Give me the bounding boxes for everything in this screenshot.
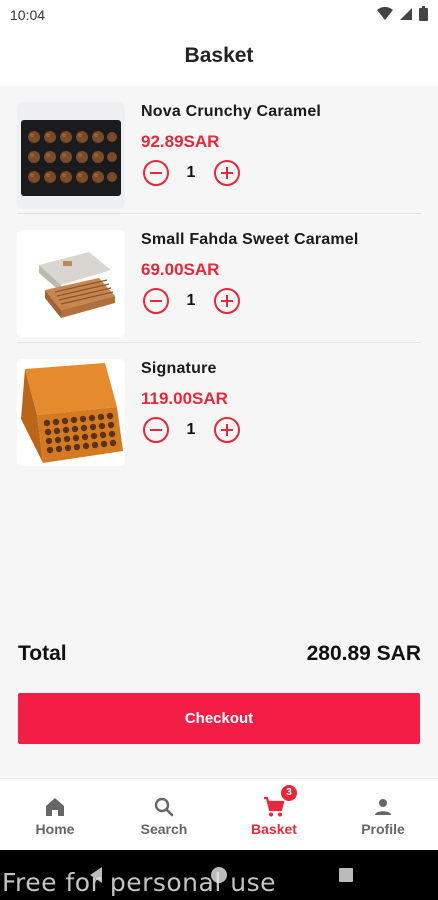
wifi-icon [377,6,393,21]
total-label: Total [18,642,67,665]
product-price: 69.00SAR [141,260,220,279]
nav-label: Basket [251,821,297,837]
total-row: Total 280.89 SAR [18,642,421,672]
decrease-quantity-button[interactable] [143,417,169,443]
page-title: Basket [184,44,254,67]
nav-item-home[interactable]: Home [0,779,110,851]
increase-quantity-button[interactable] [214,417,240,443]
nav-item-search[interactable]: Search [109,779,219,851]
watermark-text: Free for personal use [2,868,276,897]
search-icon [152,795,176,819]
increase-quantity-button[interactable] [214,288,240,314]
minus-icon [150,428,162,432]
increase-quantity-button[interactable] [214,160,240,186]
product-price: 119.00SAR [141,389,228,408]
product-image[interactable] [17,230,125,337]
basket-item: Nova Crunchy Caramel 92.89SAR 1 [0,86,438,214]
quantity-stepper: 1 [141,288,251,318]
cart-count-badge: 3 [281,785,297,801]
product-image[interactable] [17,359,125,466]
nav-item-profile[interactable]: Profile [328,779,438,851]
nav-label: Home [35,821,75,837]
basket-item: Signature 119.00SAR 1 [0,343,438,471]
quantity-value: 1 [186,292,196,309]
basket-item: Small Fahda Sweet Caramel 69.00SAR 1 [0,214,438,342]
battery-icon [419,6,428,21]
product-name: Small Fahda Sweet Caramel [141,231,359,248]
status-icons [377,6,428,21]
product-name: Signature [141,360,217,377]
product-price: 92.89SAR [141,132,220,151]
status-time: 10:04 [10,7,46,23]
product-name: Nova Crunchy Caramel [141,103,322,120]
person-icon [371,795,395,819]
app-header: Basket [0,30,438,86]
recents-icon[interactable] [338,867,354,888]
signal-icon [399,7,413,21]
decrease-quantity-button[interactable] [143,160,169,186]
home-icon [43,795,67,819]
bottom-nav: Home Search 3 Basket Profile [0,778,438,851]
product-image[interactable] [17,102,125,209]
nav-label: Search [140,821,188,837]
minus-icon [150,299,162,303]
nav-label: Profile [361,821,405,837]
quantity-stepper: 1 [141,417,251,447]
decrease-quantity-button[interactable] [143,288,169,314]
quantity-value: 1 [186,421,196,438]
status-bar: 10:04 [0,0,438,30]
total-value: 280.89 SAR [306,642,421,665]
nav-item-basket[interactable]: 3 Basket [219,779,329,851]
minus-icon [150,171,162,175]
checkout-button[interactable]: Checkout [18,693,420,744]
checkout-label: Checkout [184,710,254,727]
quantity-value: 1 [186,164,196,181]
quantity-stepper: 1 [141,160,251,190]
